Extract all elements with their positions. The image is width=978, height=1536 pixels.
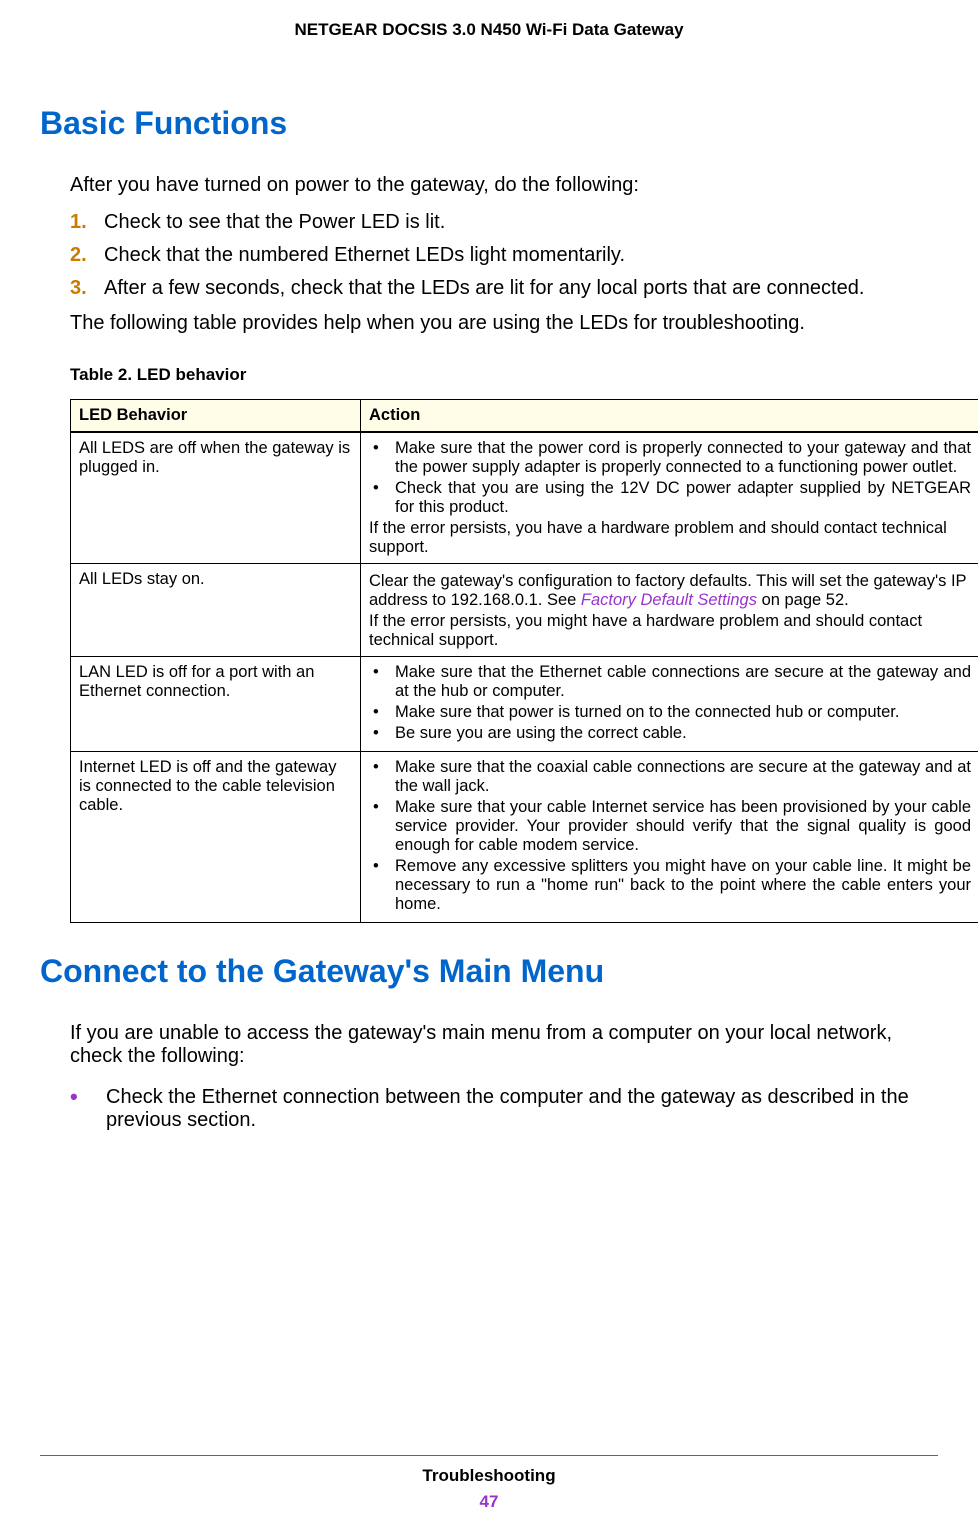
list-item: •Make sure that the power cord is proper… (369, 439, 971, 477)
cell-behavior: All LEDS are off when the gateway is plu… (71, 432, 361, 564)
step-3: 3.After a few seconds, check that the LE… (70, 277, 938, 300)
steps-list: 1.Check to see that the Power LED is lit… (70, 211, 938, 300)
cell-action: •Make sure that the coaxial cable connec… (361, 752, 978, 923)
document-header: NETGEAR DOCSIS 3.0 N450 Wi-Fi Data Gatew… (0, 0, 978, 40)
cell-behavior: All LEDs stay on. (71, 564, 361, 657)
bullet-text: Make sure that your cable Internet servi… (395, 798, 971, 855)
col-header-behavior: LED Behavior (71, 400, 361, 433)
bullet-icon: • (369, 663, 395, 701)
after-steps-paragraph: The following table provides help when y… (70, 312, 938, 335)
section2-paragraph: If you are unable to access the gateway'… (70, 1022, 938, 1068)
bullet-text: Check the Ethernet connection between th… (106, 1086, 938, 1132)
footer-page-number: 47 (40, 1492, 938, 1512)
bullet-icon: • (369, 758, 395, 796)
bullet-icon: • (369, 479, 395, 517)
table-row: All LEDS are off when the gateway is plu… (71, 432, 978, 564)
cell-action: Clear the gateway's configuration to fac… (361, 564, 978, 657)
action-paragraph: Clear the gateway's configuration to fac… (369, 572, 971, 610)
table-row: Internet LED is off and the gateway is c… (71, 752, 978, 923)
step-text: Check to see that the Power LED is lit. (104, 211, 445, 234)
heading-basic-functions: Basic Functions (40, 105, 938, 142)
step-text: After a few seconds, check that the LEDs… (104, 277, 864, 300)
bullet-icon: • (369, 439, 395, 477)
text-post: on page 52. (757, 591, 849, 609)
list-item: •Check the Ethernet connection between t… (70, 1086, 938, 1132)
trailing-text: If the error persists, you might have a … (369, 612, 971, 650)
step-number: 1. (70, 211, 104, 234)
table-header-row: LED Behavior Action (71, 400, 978, 433)
intro-paragraph: After you have turned on power to the ga… (70, 174, 938, 197)
step-2: 2.Check that the numbered Ethernet LEDs … (70, 244, 938, 267)
cell-action: •Make sure that the Ethernet cable conne… (361, 657, 978, 752)
cell-behavior: Internet LED is off and the gateway is c… (71, 752, 361, 923)
list-item: •Remove any excessive splitters you migh… (369, 857, 971, 914)
bullet-text: Make sure that the Ethernet cable connec… (395, 663, 971, 701)
led-behavior-table: LED Behavior Action All LEDS are off whe… (70, 399, 978, 923)
table-caption: Table 2. LED behavior (70, 365, 938, 385)
bullet-icon: • (70, 1086, 106, 1132)
bullet-icon: • (369, 798, 395, 855)
list-item: •Make sure that the Ethernet cable conne… (369, 663, 971, 701)
page-content: Basic Functions After you have turned on… (0, 105, 978, 1132)
step-number: 2. (70, 244, 104, 267)
cell-action: •Make sure that the power cord is proper… (361, 432, 978, 564)
cell-behavior: LAN LED is off for a port with an Ethern… (71, 657, 361, 752)
heading-connect-gateway: Connect to the Gateway's Main Menu (40, 953, 938, 990)
table-row: All LEDs stay on. Clear the gateway's co… (71, 564, 978, 657)
action-bullets: •Make sure that the Ethernet cable conne… (369, 663, 971, 743)
bullet-text: Remove any excessive splitters you might… (395, 857, 971, 914)
link-factory-default[interactable]: Factory Default Settings (581, 591, 757, 609)
col-header-action: Action (361, 400, 978, 433)
action-bullets: •Make sure that the coaxial cable connec… (369, 758, 971, 914)
action-bullets: •Make sure that the power cord is proper… (369, 439, 971, 517)
page-footer: Troubleshooting 47 (40, 1455, 938, 1512)
list-item: •Make sure that the coaxial cable connec… (369, 758, 971, 796)
list-item: •Be sure you are using the correct cable… (369, 724, 971, 743)
list-item: •Make sure that power is turned on to th… (369, 703, 971, 722)
bullet-text: Make sure that the power cord is properl… (395, 439, 971, 477)
list-item: •Check that you are using the 12V DC pow… (369, 479, 971, 517)
bullet-icon: • (369, 724, 395, 743)
table-row: LAN LED is off for a port with an Ethern… (71, 657, 978, 752)
check-list: •Check the Ethernet connection between t… (70, 1086, 938, 1132)
bullet-text: Check that you are using the 12V DC powe… (395, 479, 971, 517)
bullet-icon: • (369, 857, 395, 914)
trailing-text: If the error persists, you have a hardwa… (369, 519, 971, 557)
bullet-text: Be sure you are using the correct cable. (395, 724, 971, 743)
step-text: Check that the numbered Ethernet LEDs li… (104, 244, 625, 267)
step-number: 3. (70, 277, 104, 300)
bullet-icon: • (369, 703, 395, 722)
list-item: •Make sure that your cable Internet serv… (369, 798, 971, 855)
step-1: 1.Check to see that the Power LED is lit… (70, 211, 938, 234)
bullet-text: Make sure that the coaxial cable connect… (395, 758, 971, 796)
bullet-text: Make sure that power is turned on to the… (395, 703, 971, 722)
footer-section-name: Troubleshooting (40, 1466, 938, 1486)
